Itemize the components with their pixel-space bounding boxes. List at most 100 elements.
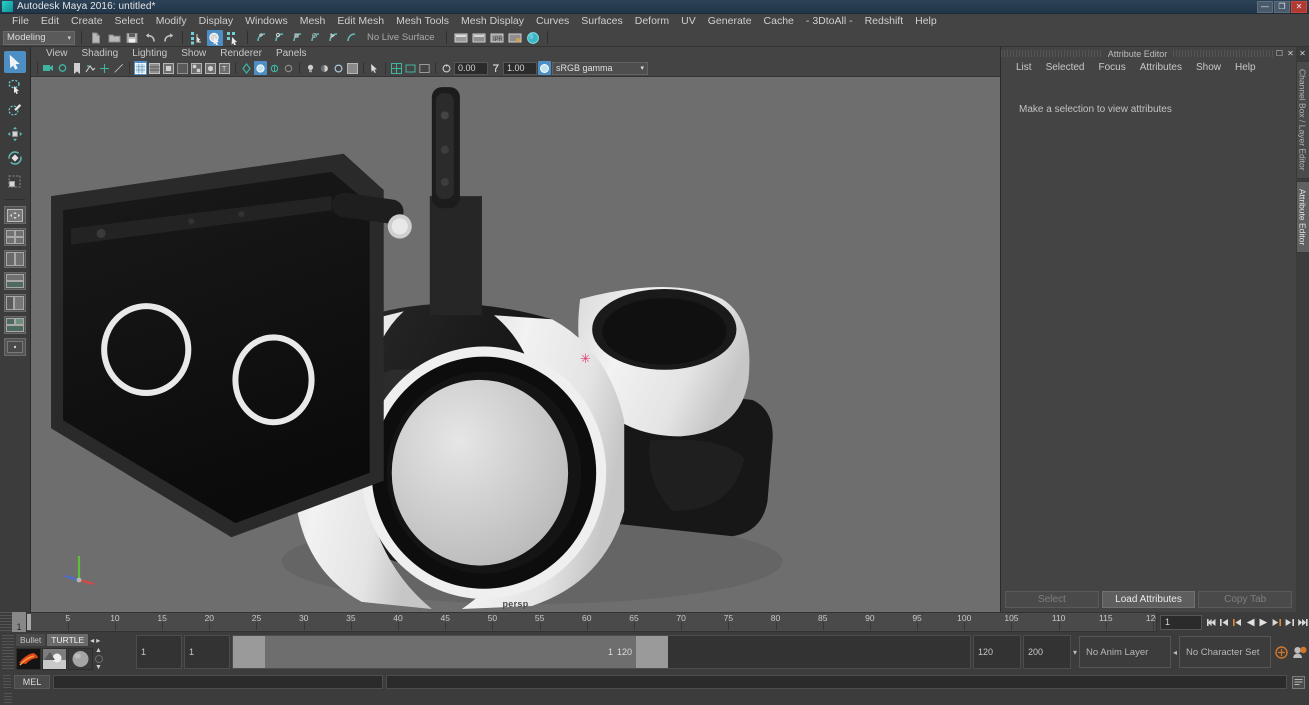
maximize-button[interactable]: ❐ xyxy=(1274,0,1290,13)
select-camera-icon[interactable] xyxy=(42,61,55,75)
scale-tool[interactable] xyxy=(4,171,26,193)
menu-display[interactable]: Display xyxy=(193,14,239,29)
menu-mesh-tools[interactable]: Mesh Tools xyxy=(390,14,455,29)
isolate-select-icon[interactable] xyxy=(240,61,253,75)
help-line-grip[interactable] xyxy=(4,693,12,704)
ae-menu-focus[interactable]: Focus xyxy=(1091,60,1132,76)
hypershade-layout[interactable] xyxy=(4,316,26,334)
select-by-hierarchy-icon[interactable] xyxy=(189,30,205,46)
persp-outliner-layout[interactable] xyxy=(4,272,26,290)
close-button[interactable]: ✕ xyxy=(1291,0,1307,13)
range-bar[interactable]: 1 120 xyxy=(233,636,668,668)
shelf-down-arrow-icon[interactable]: ▼ xyxy=(95,664,103,671)
play-backwards-button[interactable] xyxy=(1244,612,1257,632)
chevron-left-icon[interactable]: ◂ xyxy=(1173,648,1177,657)
rotate-tool[interactable] xyxy=(4,147,26,169)
minimize-button[interactable]: — xyxy=(1257,0,1273,13)
perspective-viewport[interactable]: ✳ persp xyxy=(31,77,1000,612)
ipr-render-icon[interactable]: IPR xyxy=(489,30,505,46)
shelf-prev-arrow-icon[interactable]: ◂ xyxy=(90,636,94,645)
lights-icon[interactable] xyxy=(304,61,317,75)
time-slider-grip[interactable] xyxy=(0,612,12,632)
viewport-menu-view[interactable]: View xyxy=(39,47,75,60)
menu-mesh-display[interactable]: Mesh Display xyxy=(455,14,530,29)
undo-icon[interactable] xyxy=(142,30,158,46)
screen-space-ao-icon[interactable] xyxy=(204,61,217,75)
current-time-marker[interactable] xyxy=(27,614,31,630)
range-start-handle[interactable] xyxy=(233,636,265,668)
close-icon[interactable]: ✕ xyxy=(1285,48,1296,59)
time-slider-track[interactable]: 5 10 15 20 25 30 35 40 45 50 55 60 65 70 75 80 85 90 95 100… xyxy=(26,612,1157,632)
paint-select-tool[interactable] xyxy=(4,99,26,121)
single-perspective-layout[interactable] xyxy=(4,338,26,356)
smooth-shade-icon[interactable] xyxy=(148,61,161,75)
xray-display-icon[interactable] xyxy=(254,61,267,75)
panel-drag-handle[interactable] xyxy=(1001,50,1102,57)
camera-attributes-icon[interactable] xyxy=(56,61,69,75)
shelf-drag-handle[interactable] xyxy=(2,635,14,669)
menu-redshift[interactable]: Redshift xyxy=(859,14,910,29)
script-editor-icon[interactable] xyxy=(1290,674,1306,690)
menu-set-selector[interactable]: Modeling ▾ xyxy=(3,30,75,45)
persp-graph-layout[interactable] xyxy=(4,294,26,312)
menu-surfaces[interactable]: Surfaces xyxy=(575,14,628,29)
select-objects-viewport-icon[interactable] xyxy=(368,61,381,75)
robot-model[interactable] xyxy=(31,77,1000,612)
menu-help[interactable]: Help xyxy=(909,14,943,29)
redo-icon[interactable] xyxy=(160,30,176,46)
ae-menu-list[interactable]: List xyxy=(1009,60,1039,76)
playback-end-field[interactable]: 120 xyxy=(972,635,1021,669)
close-icon[interactable]: ✕ xyxy=(1299,49,1306,58)
save-scene-icon[interactable] xyxy=(124,30,140,46)
tab-channel-box-layer-editor[interactable]: Channel Box / Layer Editor xyxy=(1295,61,1309,179)
playback-start-field[interactable]: 1 xyxy=(184,635,230,669)
viewport-background-swatch[interactable] xyxy=(346,61,359,75)
shelf-next-arrow-icon[interactable]: ▸ xyxy=(96,636,100,645)
menu-3dtoall[interactable]: - 3DtoAll - xyxy=(800,14,859,29)
color-space-selector[interactable]: sRGB gamma ▾ xyxy=(552,61,648,75)
auto-keyframe-icon[interactable] xyxy=(1273,644,1289,660)
menu-select[interactable]: Select xyxy=(109,14,150,29)
render-sequence-icon[interactable] xyxy=(471,30,487,46)
make-live-icon[interactable] xyxy=(344,30,360,46)
turtle-sphere-icon[interactable] xyxy=(68,648,93,670)
panel-drag-handle[interactable] xyxy=(1173,50,1274,57)
current-frame-indicator[interactable]: 1 xyxy=(12,612,26,632)
snap-to-view-plane-icon[interactable] xyxy=(326,30,342,46)
color-management-icon[interactable] xyxy=(538,61,551,75)
shelf-tab-bullet[interactable]: Bullet xyxy=(16,634,46,646)
step-back-frame-button[interactable] xyxy=(1231,612,1244,632)
select-button[interactable]: Select xyxy=(1005,591,1099,608)
range-slider-track[interactable]: 1 120 xyxy=(232,635,971,669)
single-pane-layout[interactable] xyxy=(4,206,26,224)
menu-uv[interactable]: UV xyxy=(675,14,702,29)
viewport-menu-renderer[interactable]: Renderer xyxy=(213,47,269,60)
go-to-end-button[interactable] xyxy=(1296,612,1309,632)
step-forward-frame-button[interactable] xyxy=(1270,612,1283,632)
character-set-selector[interactable]: No Character Set xyxy=(1179,636,1271,668)
open-scene-icon[interactable] xyxy=(106,30,122,46)
viewport-menu-panels[interactable]: Panels xyxy=(269,47,314,60)
viewport-menu-shading[interactable]: Shading xyxy=(75,47,126,60)
ae-menu-attributes[interactable]: Attributes xyxy=(1133,60,1189,76)
current-frame-field[interactable] xyxy=(1160,614,1202,630)
two-d-pan-zoom-icon[interactable] xyxy=(98,61,111,75)
menu-mesh[interactable]: Mesh xyxy=(294,14,332,29)
shelf-tab-turtle[interactable]: TURTLE xyxy=(47,634,89,646)
script-language-label[interactable]: MEL xyxy=(14,675,50,689)
grease-pencil-icon[interactable] xyxy=(112,61,125,75)
play-forwards-button[interactable] xyxy=(1257,612,1270,632)
anim-layer-selector[interactable]: No Anim Layer xyxy=(1078,636,1171,668)
ae-menu-selected[interactable]: Selected xyxy=(1039,60,1092,76)
render-view-icon[interactable] xyxy=(453,30,469,46)
new-scene-icon[interactable] xyxy=(88,30,104,46)
viewport-menu-show[interactable]: Show xyxy=(174,47,213,60)
snap-to-grid-icon[interactable] xyxy=(254,30,270,46)
command-line-grip[interactable] xyxy=(3,675,11,689)
ae-menu-help[interactable]: Help xyxy=(1228,60,1263,76)
xray-joints-icon[interactable] xyxy=(268,61,281,75)
command-input[interactable] xyxy=(53,675,383,689)
load-attributes-button[interactable]: Load Attributes xyxy=(1101,591,1196,608)
shade-with-textures-icon[interactable] xyxy=(162,61,175,75)
animation-end-field[interactable]: 200 xyxy=(1022,635,1071,669)
